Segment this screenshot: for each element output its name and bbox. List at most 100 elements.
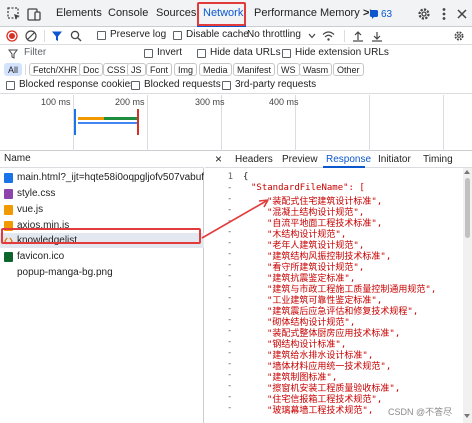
timeline-bar-response — [104, 117, 138, 120]
details-tab-bar: × Headers Preview Response Initiator Tim… — [205, 151, 472, 168]
tab-memory[interactable]: Memory — [320, 0, 360, 27]
filter-chip-other[interactable]: Other — [333, 63, 364, 76]
filter-chip-manifest[interactable]: Manifest — [233, 63, 276, 76]
line-number: - — [227, 370, 233, 380]
timeline-load-marker — [137, 109, 139, 135]
request-row[interactable]: main.html?_ijt=hqte58i0oqpgljofv507vabuf… — [0, 170, 204, 185]
tab-console[interactable]: Console — [108, 0, 148, 27]
request-row[interactable]: vue.js — [0, 202, 204, 217]
network-conditions-icon[interactable] — [322, 30, 335, 42]
code-line: "玻璃幕墙工程技术规范", — [267, 406, 374, 416]
disable-cache-checkbox[interactable] — [173, 31, 182, 40]
request-row[interactable]: style.css — [0, 186, 204, 201]
search-icon[interactable] — [70, 30, 82, 42]
details-tab-timing[interactable]: Timing — [423, 151, 453, 168]
scroll-up-arrow-icon[interactable] — [464, 170, 470, 174]
filter-chip-media[interactable]: Media — [199, 63, 232, 76]
network-toolbar: Preserve log Disable cache No throttling — [0, 27, 472, 45]
blocked-requests-label: Blocked requests — [144, 79, 221, 90]
watermark: CSDN @不答尽 — [388, 407, 453, 417]
filter-chip-js[interactable]: JS — [127, 63, 146, 76]
blocked-response-cookies-label: Blocked response cookies — [19, 79, 136, 90]
request-list-pane: Name main.html?_ijt=hqte58i0oqpgljofv507… — [0, 151, 204, 423]
toolbar-divider — [344, 30, 345, 42]
disable-cache-label: Disable cache — [186, 29, 249, 40]
request-name: main.html?_ijt=hqte58i0oqpgljofv507vabuf… — [17, 172, 204, 183]
filter-chip-ws[interactable]: WS — [277, 63, 300, 76]
request-row[interactable]: popup-manga-bg.png — [0, 265, 204, 280]
line-number: - — [227, 315, 233, 325]
request-details-pane: × Headers Preview Response Initiator Tim… — [205, 151, 472, 423]
image-icon — [4, 252, 13, 262]
line-number: - — [227, 392, 233, 402]
hide-extension-urls-label: Hide extension URLs — [295, 47, 389, 58]
filter-chip-fetch-xhr[interactable]: Fetch/XHR — [29, 63, 82, 76]
name-column-header[interactable]: Name — [4, 153, 31, 164]
timeline-label-300ms: 300 ms — [195, 97, 225, 107]
throttling-select[interactable]: No throttling — [247, 29, 301, 40]
line-number: - — [227, 227, 233, 237]
chevron-down-icon[interactable] — [308, 33, 316, 39]
details-tab-preview[interactable]: Preview — [282, 151, 318, 168]
line-number: - — [227, 216, 233, 226]
line-number: - — [227, 348, 233, 358]
more-options-icon[interactable] — [436, 6, 452, 22]
issues-count-badge[interactable]: 63 — [381, 9, 392, 20]
inspect-element-icon[interactable] — [6, 6, 22, 22]
chip-divider — [25, 64, 26, 75]
timeline-bar-request — [78, 122, 138, 124]
blocked-requests-checkbox[interactable] — [131, 81, 140, 90]
clear-icon[interactable] — [25, 30, 37, 42]
blocked-response-cookies-checkbox[interactable] — [6, 81, 15, 90]
request-name: vue.js — [17, 204, 44, 215]
blocked-filter-bar: Blocked response cookies Blocked request… — [0, 78, 472, 94]
filter-chip-font[interactable]: Font — [146, 63, 173, 76]
export-har-icon[interactable] — [371, 30, 383, 42]
tab-performance[interactable]: Performance — [254, 0, 317, 27]
filter-chip-css[interactable]: CSS — [103, 63, 130, 76]
invert-checkbox[interactable] — [144, 49, 153, 58]
details-tab-headers[interactable]: Headers — [235, 151, 273, 168]
knowledgelist-highlight — [1, 228, 201, 244]
timeline-bar-script — [78, 117, 106, 120]
hide-extension-urls-checkbox[interactable] — [282, 49, 291, 58]
tab-sources[interactable]: Sources — [156, 0, 196, 27]
filter-funnel-icon[interactable] — [51, 30, 63, 42]
settings-gear-icon[interactable] — [416, 6, 432, 22]
close-devtools-icon[interactable] — [454, 6, 470, 22]
request-name: popup-manga-bg.png — [17, 267, 113, 278]
request-name: style.css — [17, 188, 56, 199]
timeline-gridline — [443, 95, 444, 151]
line-number: - — [227, 403, 233, 413]
request-list-header: Name — [0, 151, 204, 168]
network-overview-timeline[interactable]: 100 ms 200 ms 300 ms 400 ms — [0, 95, 472, 151]
scroll-down-arrow-icon[interactable] — [464, 414, 470, 418]
filter-chip-wasm[interactable]: Wasm — [299, 63, 333, 76]
third-party-requests-label: 3rd-party requests — [235, 79, 317, 90]
close-details-button[interactable]: × — [215, 151, 222, 168]
response-scrollbar-thumb[interactable] — [465, 178, 470, 238]
details-tab-initiator[interactable]: Initiator — [378, 151, 411, 168]
filter-input[interactable]: Filter — [24, 47, 46, 58]
line-number: - — [227, 293, 233, 303]
filter-chip-img[interactable]: Img — [174, 63, 198, 76]
issues-icon[interactable] — [369, 9, 379, 19]
request-row[interactable]: favicon.ico — [0, 249, 204, 264]
filter-chip-all[interactable]: All — [4, 63, 23, 76]
device-toolbar-icon[interactable] — [26, 6, 42, 22]
line-number: - — [227, 205, 233, 215]
hide-data-urls-checkbox[interactable] — [197, 49, 206, 58]
timeline-gridline — [147, 95, 148, 151]
preserve-log-checkbox[interactable] — [97, 31, 106, 40]
code-line: "StandardFileName": [ — [251, 183, 365, 193]
third-party-requests-checkbox[interactable] — [222, 81, 231, 90]
line-number: - — [227, 183, 233, 193]
response-body-viewer[interactable]: 1{- "StandardFileName": [- "装配式住宅建筑设计标准", -… — [205, 168, 467, 423]
line-number: - — [227, 260, 233, 270]
record-stop-icon[interactable] — [6, 30, 18, 42]
network-settings-gear-icon[interactable] — [453, 30, 465, 42]
filter-chip-doc[interactable]: Doc — [79, 63, 104, 76]
import-har-icon[interactable] — [352, 30, 364, 42]
tab-elements[interactable]: Elements — [56, 0, 102, 27]
timeline-label-400ms: 400 ms — [269, 97, 299, 107]
